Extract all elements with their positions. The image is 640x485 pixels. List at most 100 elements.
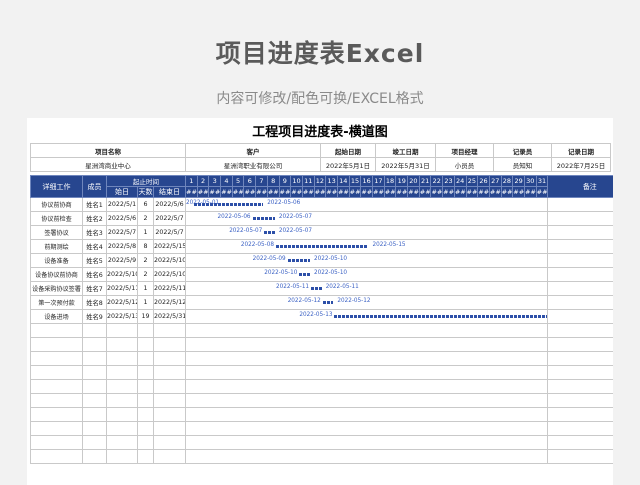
cell-days[interactable]: 1 bbox=[137, 281, 154, 296]
cell-member[interactable]: 姓名3 bbox=[82, 225, 107, 240]
info-value-cell[interactable]: 员知知 bbox=[493, 157, 552, 172]
cell-end[interactable] bbox=[153, 337, 186, 352]
cell-end[interactable]: 2022/5/7 bbox=[153, 211, 186, 226]
cell-note[interactable] bbox=[547, 197, 613, 212]
cell-task[interactable]: 协议前检查 bbox=[30, 211, 83, 226]
cell-end[interactable] bbox=[153, 435, 186, 450]
gantt-bar[interactable] bbox=[311, 287, 322, 290]
cell-note[interactable] bbox=[547, 449, 613, 464]
cell-task[interactable]: 设备准备 bbox=[30, 253, 83, 268]
cell-days[interactable] bbox=[137, 449, 154, 464]
cell-note[interactable] bbox=[547, 407, 613, 422]
cell-days[interactable] bbox=[137, 351, 154, 366]
gantt-bar[interactable] bbox=[299, 273, 310, 276]
cell-start[interactable]: 2022/5/7 bbox=[106, 225, 138, 240]
cell-days[interactable]: 2 bbox=[137, 267, 154, 282]
cell-start[interactable]: 2022/5/10 bbox=[106, 267, 138, 282]
cell-note[interactable] bbox=[547, 281, 613, 296]
cell-days[interactable] bbox=[137, 435, 154, 450]
cell-member[interactable]: 姓名5 bbox=[82, 253, 107, 268]
cell-days[interactable]: 8 bbox=[137, 239, 154, 254]
cell-member[interactable]: 姓名7 bbox=[82, 281, 107, 296]
cell-note[interactable] bbox=[547, 337, 613, 352]
cell-end[interactable] bbox=[153, 365, 186, 380]
cell-start[interactable] bbox=[106, 421, 138, 436]
cell-member[interactable] bbox=[82, 365, 107, 380]
cell-member[interactable] bbox=[82, 449, 107, 464]
cell-member[interactable]: 姓名1 bbox=[82, 197, 107, 212]
cell-note[interactable] bbox=[547, 351, 613, 366]
cell-days[interactable]: 2 bbox=[137, 253, 154, 268]
cell-member[interactable]: 姓名6 bbox=[82, 267, 107, 282]
gantt-bar[interactable] bbox=[287, 259, 310, 262]
info-value-cell[interactable]: 2022年5月1日 bbox=[320, 157, 376, 172]
cell-start[interactable]: 2022/5/8 bbox=[106, 239, 138, 254]
cell-note[interactable] bbox=[547, 323, 613, 338]
cell-start[interactable] bbox=[106, 365, 138, 380]
cell-member[interactable] bbox=[82, 323, 107, 338]
cell-member[interactable] bbox=[82, 351, 107, 366]
gantt-bar[interactable] bbox=[322, 301, 334, 304]
cell-member[interactable] bbox=[82, 435, 107, 450]
cell-note[interactable] bbox=[547, 309, 613, 324]
cell-days[interactable] bbox=[137, 337, 154, 352]
gantt-bar[interactable] bbox=[275, 245, 369, 248]
cell-days[interactable] bbox=[137, 365, 154, 380]
info-value-cell[interactable]: 星洲湾职业有限公司 bbox=[185, 157, 321, 172]
cell-start[interactable] bbox=[106, 393, 138, 408]
gantt-bar[interactable] bbox=[264, 231, 275, 234]
info-value-cell[interactable]: 2022年5月31日 bbox=[375, 157, 436, 172]
cell-days[interactable] bbox=[137, 421, 154, 436]
cell-note[interactable] bbox=[547, 225, 613, 240]
cell-start[interactable] bbox=[106, 449, 138, 464]
cell-end[interactable]: 2022/5/6 bbox=[153, 197, 186, 212]
cell-days[interactable] bbox=[137, 379, 154, 394]
cell-start[interactable]: 2022/5/1 bbox=[106, 197, 138, 212]
cell-note[interactable] bbox=[547, 267, 613, 282]
cell-note[interactable] bbox=[547, 253, 613, 268]
cell-note[interactable] bbox=[547, 239, 613, 254]
cell-member[interactable] bbox=[82, 379, 107, 394]
cell-note[interactable] bbox=[547, 393, 613, 408]
cell-days[interactable]: 1 bbox=[137, 295, 154, 310]
cell-days[interactable]: 19 bbox=[137, 309, 154, 324]
cell-note[interactable] bbox=[547, 435, 613, 450]
cell-task[interactable] bbox=[30, 351, 83, 366]
cell-task[interactable] bbox=[30, 365, 83, 380]
cell-task[interactable]: 设备采购协议签署 bbox=[30, 281, 83, 296]
cell-task[interactable] bbox=[30, 323, 83, 338]
cell-task[interactable] bbox=[30, 407, 83, 422]
cell-start[interactable]: 2022/5/9 bbox=[106, 253, 138, 268]
cell-days[interactable] bbox=[137, 323, 154, 338]
cell-start[interactable] bbox=[106, 379, 138, 394]
cell-start[interactable]: 2022/5/13 bbox=[106, 309, 138, 324]
info-value-cell[interactable]: 星洲湾商业中心 bbox=[30, 157, 186, 172]
cell-start[interactable]: 2022/5/11 bbox=[106, 281, 138, 296]
cell-task[interactable]: 设备进场 bbox=[30, 309, 83, 324]
cell-end[interactable] bbox=[153, 421, 186, 436]
cell-task[interactable]: 协议前协商 bbox=[30, 197, 83, 212]
cell-start[interactable] bbox=[106, 337, 138, 352]
cell-member[interactable]: 姓名2 bbox=[82, 211, 107, 226]
cell-task[interactable] bbox=[30, 393, 83, 408]
cell-days[interactable]: 2 bbox=[137, 211, 154, 226]
cell-note[interactable] bbox=[547, 365, 613, 380]
cell-member[interactable]: 姓名4 bbox=[82, 239, 107, 254]
cell-end[interactable]: 2022/5/31 bbox=[153, 309, 186, 324]
cell-days[interactable] bbox=[137, 407, 154, 422]
cell-task[interactable] bbox=[30, 421, 83, 436]
cell-days[interactable] bbox=[137, 393, 154, 408]
cell-start[interactable]: 2022/5/12 bbox=[106, 295, 138, 310]
cell-note[interactable] bbox=[547, 211, 613, 226]
cell-end[interactable] bbox=[153, 379, 186, 394]
cell-start[interactable] bbox=[106, 407, 138, 422]
cell-end[interactable] bbox=[153, 351, 186, 366]
cell-member[interactable] bbox=[82, 407, 107, 422]
cell-task[interactable]: 设备协议前协商 bbox=[30, 267, 83, 282]
cell-task[interactable]: 前期测绘 bbox=[30, 239, 83, 254]
cell-end[interactable]: 2022/5/15 bbox=[153, 239, 186, 254]
cell-task[interactable] bbox=[30, 379, 83, 394]
cell-task[interactable] bbox=[30, 449, 83, 464]
cell-member[interactable] bbox=[82, 393, 107, 408]
cell-task[interactable]: 签署协议 bbox=[30, 225, 83, 240]
